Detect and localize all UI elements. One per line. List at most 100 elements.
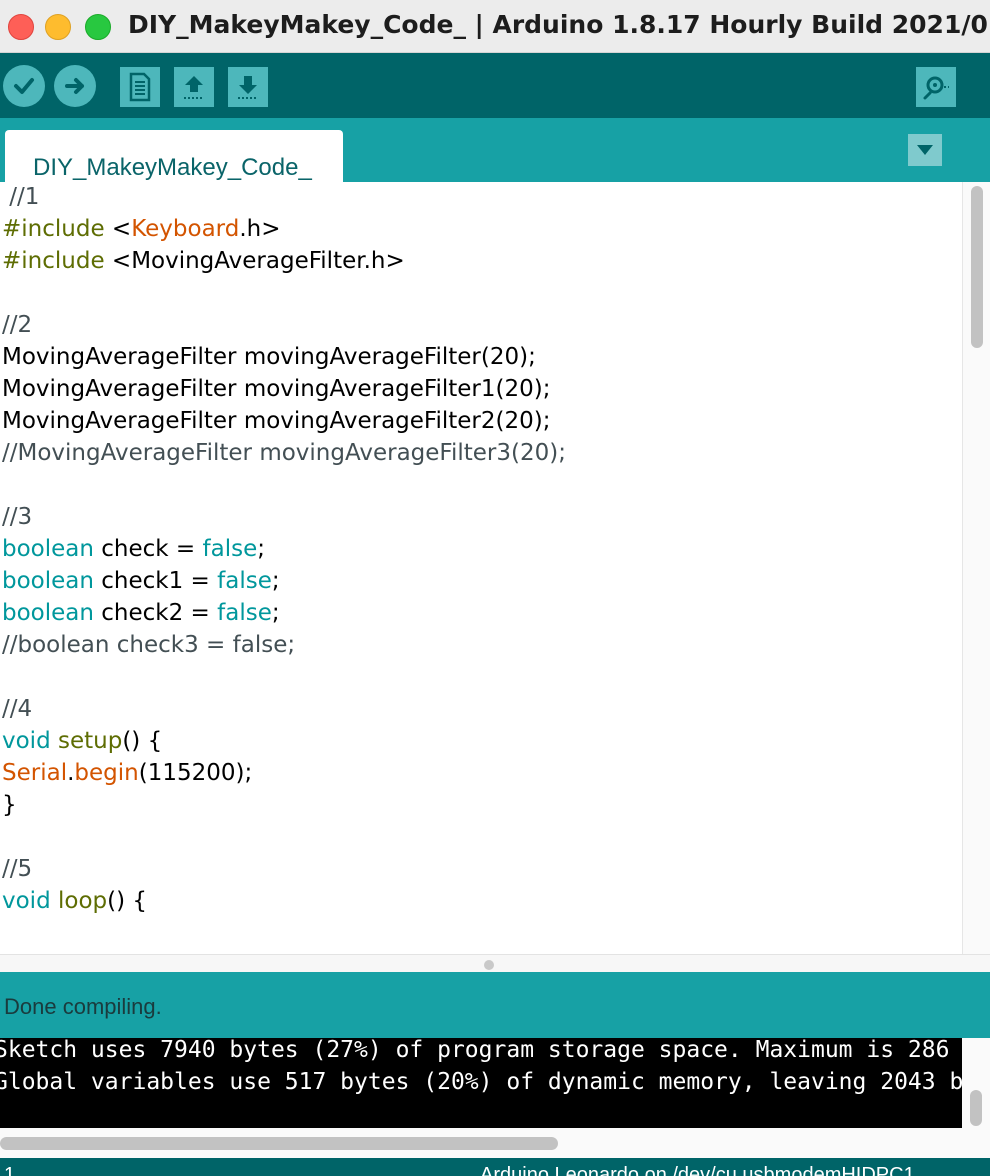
tabs-bar: DIY_MakeyMakey_Code_ bbox=[0, 118, 990, 182]
code-line: boolean check = false; bbox=[2, 533, 265, 565]
code-token: check1 = bbox=[93, 568, 218, 594]
code-token: Keyboard bbox=[131, 216, 240, 242]
code-line: MovingAverageFilter movingAverageFilter1… bbox=[2, 373, 550, 405]
board-port-label: Arduino Leonardo on /dev/cu.usbmodemHIDP… bbox=[480, 1164, 915, 1176]
verify-button[interactable] bbox=[3, 65, 45, 107]
code-token: //MovingAverageFilter movingAverageFilte… bbox=[2, 440, 566, 466]
console-horizontal-scroll-thumb[interactable] bbox=[0, 1137, 558, 1150]
divider-handle-icon[interactable] bbox=[484, 960, 494, 970]
open-sketch-button[interactable] bbox=[174, 67, 214, 107]
code-token: boolean bbox=[2, 568, 94, 594]
code-token: #include bbox=[2, 248, 105, 274]
window-title: DIY_MakeyMakey_Code_ | Arduino 1.8.17 Ho… bbox=[128, 10, 990, 39]
code-token: .h> bbox=[239, 216, 281, 242]
checkmark-icon bbox=[14, 78, 34, 94]
minimize-window-button[interactable] bbox=[45, 14, 71, 40]
code-token: //5 bbox=[2, 856, 33, 882]
code-token: (115200); bbox=[138, 760, 253, 786]
maximize-window-button[interactable] bbox=[85, 14, 111, 40]
code-line: //2 bbox=[2, 309, 32, 341]
code-token: ; bbox=[271, 600, 280, 626]
close-window-button[interactable] bbox=[8, 14, 34, 40]
code-token: false bbox=[217, 568, 272, 594]
code-token: void bbox=[2, 728, 51, 754]
code-token: void bbox=[2, 888, 51, 914]
new-file-icon bbox=[129, 72, 151, 102]
code-token: ; bbox=[257, 536, 265, 562]
code-line: boolean check2 = false; bbox=[2, 597, 280, 629]
code-line: //MovingAverageFilter movingAverageFilte… bbox=[2, 437, 566, 469]
code-token: check2 = bbox=[93, 600, 218, 626]
code-token: false bbox=[202, 536, 258, 562]
arrow-right-icon bbox=[65, 78, 84, 94]
pane-divider[interactable] bbox=[0, 954, 990, 973]
tab-menu-button[interactable] bbox=[908, 134, 942, 166]
console-output[interactable]: Sketch uses 7940 bytes (27%) of program … bbox=[0, 1038, 962, 1128]
editor-scroll-thumb[interactable] bbox=[971, 186, 983, 348]
serial-monitor-button[interactable] bbox=[916, 67, 956, 107]
console-horizontal-scrollbar[interactable] bbox=[0, 1128, 962, 1158]
toolbar bbox=[0, 53, 990, 118]
scroll-corner bbox=[962, 1128, 990, 1158]
code-line: MovingAverageFilter movingAverageFilter2… bbox=[2, 405, 550, 437]
code-token: check = bbox=[93, 536, 203, 562]
code-line: //5 bbox=[2, 853, 32, 885]
save-sketch-button[interactable] bbox=[228, 67, 268, 107]
line-number: 1 bbox=[4, 1164, 16, 1176]
code-token: //boolean check3 = false; bbox=[2, 632, 296, 658]
open-arrow-up-icon bbox=[184, 76, 204, 99]
console-line: Global variables use 517 bytes (20%) of … bbox=[0, 1069, 962, 1095]
code-line: void loop() { bbox=[2, 885, 147, 917]
code-token: Serial bbox=[2, 760, 68, 786]
title-bar: DIY_MakeyMakey_Code_ | Arduino 1.8.17 Ho… bbox=[0, 0, 990, 53]
code-token: MovingAverageFilter movingAverageFilter(… bbox=[2, 344, 536, 370]
code-token: MovingAverageFilter movingAverageFilter1… bbox=[2, 376, 551, 402]
code-token: loop bbox=[58, 888, 108, 914]
code-token: false bbox=[217, 600, 272, 626]
code-token: //4 bbox=[2, 696, 33, 722]
code-token: () { bbox=[122, 728, 163, 754]
code-line: #include <Keyboard.h> bbox=[2, 213, 281, 245]
code-token: begin bbox=[74, 760, 139, 786]
code-token: MovingAverageFilter movingAverageFilter2… bbox=[2, 408, 551, 434]
code-line: void setup() { bbox=[2, 725, 162, 757]
code-line: } bbox=[2, 789, 17, 821]
status-bar: Done compiling. bbox=[0, 972, 990, 1038]
console-scrollbar[interactable] bbox=[962, 1038, 990, 1128]
tab-sketch[interactable]: DIY_MakeyMakey_Code_ bbox=[5, 130, 343, 182]
footer-bar: 1 Arduino Leonardo on /dev/cu.usbmodemHI… bbox=[0, 1158, 990, 1176]
new-sketch-button[interactable] bbox=[120, 67, 160, 107]
code-line: #include <MovingAverageFilter.h> bbox=[2, 245, 405, 277]
console-line: Sketch uses 7940 bytes (27%) of program … bbox=[0, 1038, 950, 1063]
magnifier-icon bbox=[923, 76, 949, 100]
code-token: boolean bbox=[2, 600, 94, 626]
code-token: //3 bbox=[2, 504, 33, 530]
upload-button[interactable] bbox=[54, 65, 96, 107]
code-line: //4 bbox=[2, 693, 32, 725]
code-token: #include bbox=[2, 216, 105, 242]
code-token: } bbox=[2, 792, 17, 818]
code-token: boolean bbox=[2, 536, 94, 562]
code-line: //3 bbox=[2, 501, 32, 533]
code-token: () { bbox=[107, 888, 148, 914]
chevron-down-icon bbox=[917, 145, 933, 155]
code-token: < bbox=[104, 216, 132, 242]
tab-label: DIY_MakeyMakey_Code_ bbox=[33, 154, 312, 181]
code-token: //1 bbox=[2, 184, 40, 210]
code-line: //1 bbox=[2, 182, 39, 213]
editor-scrollbar[interactable] bbox=[962, 182, 990, 954]
code-token: //2 bbox=[2, 312, 33, 338]
status-message: Done compiling. bbox=[4, 994, 162, 1019]
code-editor[interactable]: //1 #include <Keyboard.h> #include <Moving… bbox=[0, 182, 962, 954]
code-token: setup bbox=[58, 728, 123, 754]
code-token: <MovingAverageFilter.h> bbox=[104, 248, 405, 274]
save-arrow-down-icon bbox=[238, 76, 258, 99]
code-line: MovingAverageFilter movingAverageFilter(… bbox=[2, 341, 536, 373]
code-line: //boolean check3 = false; bbox=[2, 629, 295, 661]
code-line: boolean check1 = false; bbox=[2, 565, 280, 597]
console-scroll-thumb[interactable] bbox=[970, 1090, 982, 1126]
code-line: Serial.begin(115200); bbox=[2, 757, 252, 789]
code-token: ; bbox=[271, 568, 280, 594]
